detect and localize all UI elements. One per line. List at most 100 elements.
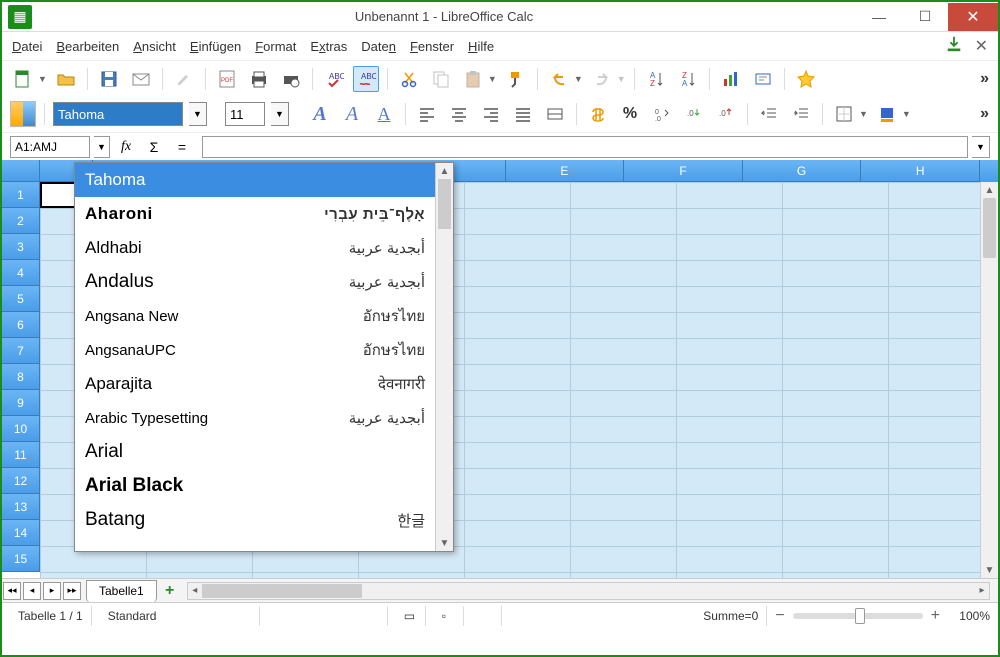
menu-datei[interactable]: Datei — [12, 39, 42, 54]
col-header[interactable]: E — [506, 160, 625, 182]
sum-button[interactable]: Σ — [142, 136, 166, 158]
row-header[interactable]: 11 — [2, 442, 40, 468]
row-header[interactable]: 5 — [2, 286, 40, 312]
row-header[interactable]: 10 — [2, 416, 40, 442]
sort-asc-button[interactable]: AZ — [643, 66, 669, 92]
col-header[interactable]: F — [624, 160, 743, 182]
menu-einfuegen[interactable]: Einfügen — [190, 39, 241, 54]
font-list-scrollbar[interactable]: ▲ ▼ — [435, 163, 453, 551]
formula-input[interactable] — [202, 136, 968, 158]
scroll-up-arrow[interactable]: ▲ — [981, 182, 998, 198]
row-header[interactable]: 3 — [2, 234, 40, 260]
print-button[interactable] — [246, 66, 272, 92]
zoom-slider[interactable] — [793, 613, 923, 619]
redo-button[interactable] — [589, 66, 615, 92]
textbox-button[interactable] — [750, 66, 776, 92]
sort-desc-button[interactable]: ZA — [675, 66, 701, 92]
merge-cells-button[interactable] — [542, 101, 568, 127]
copy-button[interactable] — [428, 66, 454, 92]
dec-indent-button[interactable] — [756, 101, 782, 127]
first-sheet-button[interactable]: ◂◂ — [3, 582, 21, 600]
update-icon[interactable] — [945, 35, 963, 58]
font-option[interactable]: Aharoniאָלֶף־בֵּית עִבְרִי — [75, 197, 435, 231]
function-button[interactable]: = — [170, 136, 194, 158]
row-header[interactable]: 12 — [2, 468, 40, 494]
menu-daten[interactable]: Daten — [361, 39, 396, 54]
currency-button[interactable] — [585, 101, 611, 127]
bgcolor-dropdown[interactable]: ▼ — [902, 109, 911, 119]
font-name-dropdown[interactable]: ▼ — [189, 102, 207, 126]
align-right-button[interactable] — [478, 101, 504, 127]
row-header[interactable]: 1 — [2, 182, 40, 208]
bold-button[interactable]: A — [307, 101, 333, 127]
number-format-button[interactable]: 0.0 — [649, 101, 675, 127]
menu-extras[interactable]: Extras — [310, 39, 347, 54]
add-sheet-button[interactable]: + — [161, 582, 179, 600]
save-button[interactable] — [96, 66, 122, 92]
toolbar-overflow[interactable]: » — [980, 70, 990, 88]
vertical-scrollbar[interactable]: ▲ ▼ — [980, 182, 998, 578]
row-header[interactable]: 9 — [2, 390, 40, 416]
row-header[interactable]: 13 — [2, 494, 40, 520]
font-name-input[interactable]: Tahoma — [53, 102, 183, 126]
close-button[interactable]: ✕ — [948, 3, 998, 31]
undo-dropdown[interactable]: ▼ — [574, 74, 583, 84]
star-icon[interactable] — [793, 66, 819, 92]
formatbar-overflow[interactable]: » — [980, 105, 990, 123]
cell-reference-input[interactable]: A1:AMJ — [10, 136, 90, 158]
spellcheck-button[interactable]: ABC — [321, 66, 347, 92]
new-dropdown[interactable]: ▼ — [38, 74, 47, 84]
menu-fenster[interactable]: Fenster — [410, 39, 454, 54]
zoom-in-button[interactable]: + — [931, 607, 940, 625]
borders-button[interactable] — [831, 101, 857, 127]
italic-button[interactable]: A — [339, 101, 365, 127]
font-option[interactable]: Arial — [75, 435, 435, 469]
zoom-value[interactable]: 100% — [948, 609, 990, 623]
percent-button[interactable]: % — [617, 101, 643, 127]
bgcolor-button[interactable] — [874, 101, 900, 127]
minimize-button[interactable]: — — [856, 3, 902, 31]
scroll-thumb[interactable] — [983, 198, 996, 258]
menu-hilfe[interactable]: Hilfe — [468, 39, 494, 54]
col-header[interactable]: H — [861, 160, 980, 182]
align-center-button[interactable] — [446, 101, 472, 127]
align-left-button[interactable] — [414, 101, 440, 127]
menu-ansicht[interactable]: Ansicht — [133, 39, 176, 54]
font-option[interactable]: Angsana Newอักษรไทย — [75, 299, 435, 333]
print-preview-button[interactable] — [278, 66, 304, 92]
formula-expand[interactable]: ▼ — [972, 136, 990, 158]
remove-decimal-button[interactable]: .0 — [713, 101, 739, 127]
edit-button[interactable] — [171, 66, 197, 92]
inc-indent-button[interactable] — [788, 101, 814, 127]
font-option[interactable]: AngsanaUPCอักษรไทย — [75, 333, 435, 367]
font-option[interactable]: Aldhabiأبجدية عربية — [75, 231, 435, 265]
maximize-button[interactable]: ☐ — [902, 3, 948, 31]
borders-dropdown[interactable]: ▼ — [859, 109, 868, 119]
redo-dropdown[interactable]: ▼ — [617, 74, 626, 84]
next-sheet-button[interactable]: ▸ — [43, 582, 61, 600]
font-option[interactable]: Andalusأبجدية عربية — [75, 265, 435, 299]
row-header[interactable]: 8 — [2, 364, 40, 390]
status-insert-mode[interactable]: ▭ — [396, 606, 426, 626]
format-paintbrush-button[interactable] — [503, 66, 529, 92]
row-header[interactable]: 6 — [2, 312, 40, 338]
col-header[interactable]: G — [743, 160, 862, 182]
font-option[interactable]: Tahoma — [75, 163, 435, 197]
select-all-corner[interactable] — [2, 160, 40, 182]
row-header[interactable]: 14 — [2, 520, 40, 546]
font-size-input[interactable]: 11 — [225, 102, 265, 126]
sidebar-toggle[interactable] — [10, 101, 36, 127]
row-header[interactable]: 4 — [2, 260, 40, 286]
underline-button[interactable]: A — [371, 101, 397, 127]
pdf-button[interactable]: PDF — [214, 66, 240, 92]
font-option[interactable]: Arabic Typesettingأبجدية عربية — [75, 401, 435, 435]
sheet-tab[interactable]: Tabelle1 — [86, 580, 157, 602]
paste-button[interactable] — [460, 66, 486, 92]
cell-reference-dropdown[interactable]: ▼ — [94, 136, 110, 158]
last-sheet-button[interactable]: ▸▸ — [63, 582, 81, 600]
new-button[interactable] — [10, 66, 36, 92]
email-button[interactable] — [128, 66, 154, 92]
paste-dropdown[interactable]: ▼ — [488, 74, 497, 84]
status-selection-mode[interactable]: ▫ — [434, 606, 464, 626]
menu-format[interactable]: Format — [255, 39, 296, 54]
